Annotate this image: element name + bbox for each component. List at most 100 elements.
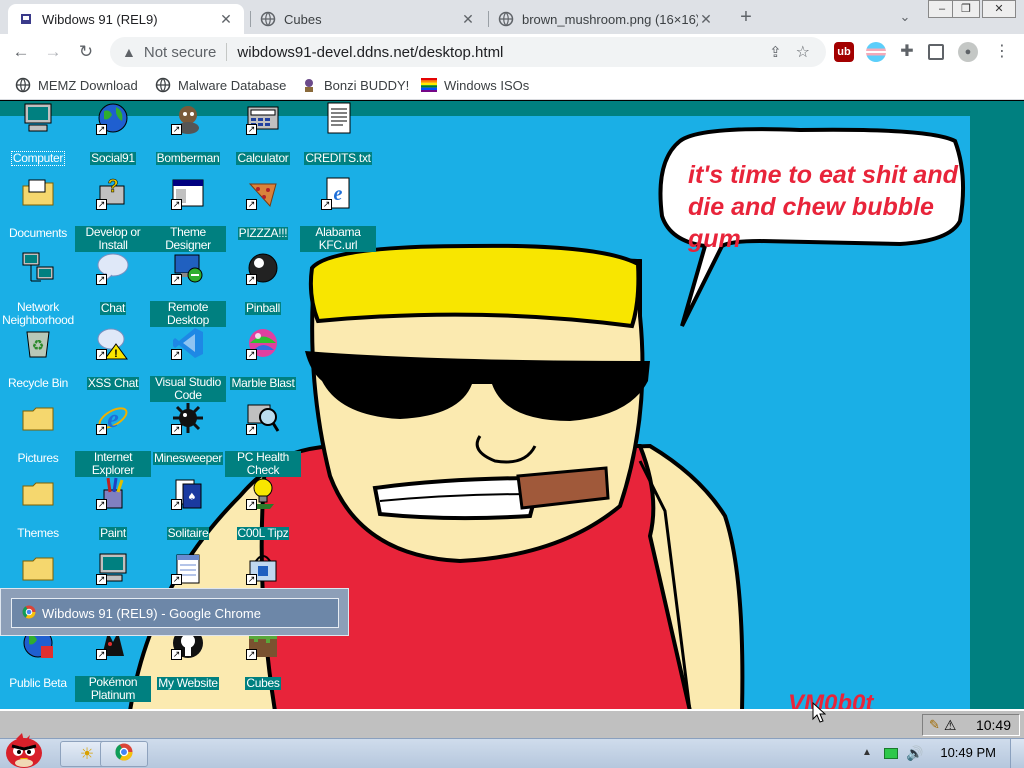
mouse-cursor-icon bbox=[812, 701, 827, 729]
reload-icon[interactable]: ↻ bbox=[74, 40, 98, 64]
desktop-icon-pizzza[interactable]: ↗ PIZZZA!!! bbox=[225, 176, 301, 240]
desktop-icon-label: Recycle Bin bbox=[7, 376, 69, 390]
warning-triangle-icon: ▲ bbox=[122, 44, 136, 60]
close-window-icon[interactable]: ✕ bbox=[982, 0, 1016, 18]
bookmark-malware-database[interactable]: Malware Database bbox=[155, 76, 286, 94]
host-clock[interactable]: 10:49 PM bbox=[940, 745, 996, 760]
desktop-icon-bomberman[interactable]: ↗ Bomberman bbox=[150, 101, 226, 165]
computer-icon: ↗ bbox=[96, 551, 130, 585]
desktop-icon-label: My Website bbox=[157, 676, 219, 690]
help-icon: ? ↗ bbox=[96, 176, 130, 210]
back-arrow-icon[interactable]: ← bbox=[9, 40, 33, 64]
kebab-menu-icon[interactable]: ⋮ bbox=[992, 42, 1012, 62]
svg-text:e: e bbox=[107, 404, 119, 433]
network-icon bbox=[21, 251, 55, 285]
desktop-icon-themes[interactable]: Themes bbox=[0, 476, 76, 540]
volume-icon[interactable]: 🔊 bbox=[906, 745, 923, 762]
taskbar-preview-item[interactable]: Wibdows 91 (REL9) - Google Chrome bbox=[11, 598, 339, 628]
folder-icon bbox=[21, 551, 55, 585]
desktop-icon-credits-txt[interactable]: CREDITS.txt bbox=[300, 101, 376, 165]
desktop-icon-computer[interactable]: Computer bbox=[0, 101, 76, 166]
bookmark-star-icon[interactable]: ☆ bbox=[796, 42, 810, 62]
taskbar-preview-popup[interactable]: Wibdows 91 (REL9) - Google Chrome bbox=[0, 588, 349, 636]
battery-icon[interactable] bbox=[884, 748, 898, 759]
puzzle-extensions-icon[interactable]: ✚ bbox=[897, 42, 917, 62]
desktop-icon-internet-explorer[interactable]: e ↗ Internet Explorer bbox=[75, 401, 151, 477]
desktop-icon-calculator[interactable]: ↗ Calculator bbox=[225, 101, 301, 165]
notepad-icon: ↗ bbox=[171, 551, 205, 585]
bookmark-windows-isos[interactable]: Windows ISOs bbox=[421, 76, 529, 94]
paint-icon: ↗ bbox=[96, 476, 130, 510]
desktop-icon-xss-chat[interactable]: ! ↗ XSS Chat bbox=[75, 326, 151, 390]
desktop-icon-remote-desktop[interactable]: ↗ Remote Desktop bbox=[150, 251, 226, 327]
desktop-icon-pc-health-check[interactable]: ↗ PC Health Check bbox=[225, 401, 301, 477]
tab-brown-mushroom[interactable]: brown_mushroom.png (16×16) ✕ bbox=[488, 4, 724, 34]
desktop-icon-label: Paint bbox=[99, 526, 127, 540]
desktop-icon-recycle-bin[interactable]: ♻ Recycle Bin bbox=[0, 326, 76, 390]
folder-documents-icon bbox=[21, 176, 55, 210]
bookmark-label: Windows ISOs bbox=[444, 77, 530, 93]
desktop-icon-minesweeper[interactable]: ↗ Minesweeper bbox=[150, 401, 226, 465]
speech-bubble-text: it's time to eat shit and die and chew b… bbox=[688, 161, 958, 253]
desktop-icon-social91[interactable]: ↗ Social91 bbox=[75, 101, 151, 165]
new-tab-icon[interactable]: + bbox=[734, 5, 758, 29]
desktop-icon-pinball[interactable]: ↗ Pinball bbox=[225, 251, 301, 315]
shortcut-arrow-icon: ↗ bbox=[171, 349, 182, 360]
profile-avatar-icon[interactable]: ● bbox=[958, 42, 978, 62]
tab-close-icon[interactable]: ✕ bbox=[460, 11, 476, 28]
app-market-icon: ↗ bbox=[246, 551, 280, 585]
shortcut-arrow-icon: ↗ bbox=[246, 649, 257, 660]
desktop-icon-label: CREDITS.txt bbox=[304, 151, 372, 165]
window-icon: ↗ bbox=[171, 176, 205, 210]
shortcut-arrow-icon: ↗ bbox=[96, 349, 107, 360]
tray-chevron-icon[interactable]: ▲ bbox=[862, 747, 872, 758]
desktop-icon-chat[interactable]: ↗ Chat bbox=[75, 251, 151, 315]
desktop-icon-label: Social91 bbox=[90, 151, 136, 165]
folder-icon bbox=[21, 401, 55, 435]
desktop-icon-develop-or-install[interactable]: ? ↗ Develop or Install bbox=[75, 176, 151, 252]
desktop-icon-pictures[interactable]: Pictures bbox=[0, 401, 76, 465]
desktop-icon-documents[interactable]: Documents bbox=[0, 176, 76, 240]
url-text[interactable]: wibdows91-devel.ddns.net/desktop.html bbox=[237, 44, 503, 61]
tab-wibdows91[interactable]: Wibdows 91 (REL9) ✕ bbox=[8, 4, 244, 34]
desktop-icon-theme-designer[interactable]: ↗ Theme Designer bbox=[150, 176, 226, 252]
desktop-icon-pok-mon-platinum[interactable]: ↗ Pokémon Platinum bbox=[75, 626, 151, 702]
desktop-icon-label: C00L Tipz bbox=[236, 526, 290, 540]
key-icon[interactable]: ✎ bbox=[929, 717, 940, 733]
ublock-icon[interactable]: ub bbox=[834, 42, 854, 62]
chrome-icon bbox=[115, 743, 133, 766]
desktop-icon-solitaire[interactable]: ♠ ↗ Solitaire bbox=[150, 476, 226, 540]
security-label[interactable]: Not secure bbox=[144, 44, 217, 61]
recycle-bin-icon: ♻ bbox=[21, 326, 55, 360]
desktop-icon-alabama-kfc-url[interactable]: e ↗ Alabama KFC.url bbox=[300, 176, 376, 252]
bookmark-bonzi-buddy[interactable]: Bonzi BUDDY! bbox=[301, 76, 409, 94]
show-desktop-button[interactable] bbox=[1010, 739, 1024, 768]
desktop-icon-c00l-tipz[interactable]: ↗ C00L Tipz bbox=[225, 476, 301, 540]
angry-bird-start-icon[interactable] bbox=[2, 733, 48, 768]
svg-text:e: e bbox=[334, 183, 343, 205]
tab-close-icon[interactable]: ✕ bbox=[218, 11, 234, 28]
globe-icon bbox=[15, 77, 31, 93]
tab-close-icon[interactable]: ✕ bbox=[698, 11, 714, 28]
tab-title: Cubes bbox=[284, 11, 322, 27]
desktop-icon-visual-studio-code[interactable]: ↗ Visual Studio Code bbox=[150, 326, 226, 402]
restore-icon[interactable]: ❐ bbox=[952, 0, 980, 18]
tab-cubes[interactable]: Cubes ✕ bbox=[250, 4, 486, 34]
bookmark-memz[interactable]: MEMZ Download bbox=[15, 76, 138, 94]
tab-search-chevron-icon[interactable]: ⌄ bbox=[893, 5, 917, 29]
desktop-icon-network-neighborhood[interactable]: Network Neighborhood bbox=[0, 251, 76, 327]
marble-icon: ↗ bbox=[246, 326, 280, 360]
forward-arrow-icon[interactable]: → bbox=[41, 40, 65, 64]
side-panel-icon[interactable] bbox=[928, 44, 944, 60]
shortcut-arrow-icon: ↗ bbox=[246, 574, 257, 585]
share-icon[interactable]: ⇪ bbox=[769, 43, 782, 61]
desktop-icon-paint[interactable]: ↗ Paint bbox=[75, 476, 151, 540]
address-bar[interactable]: ▲ Not secure wibdows91-devel.ddns.net/de… bbox=[110, 37, 826, 67]
warning-icon[interactable]: ⚠ bbox=[944, 717, 957, 734]
shortcut-arrow-icon: ↗ bbox=[96, 649, 107, 660]
shortcut-arrow-icon: ↗ bbox=[246, 349, 257, 360]
desktop-icon-marble-blast[interactable]: ↗ Marble Blast bbox=[225, 326, 301, 390]
extension-flag-icon[interactable] bbox=[866, 42, 886, 62]
desktop-icon-label: Chat bbox=[99, 301, 127, 315]
taskbar-chrome-button[interactable] bbox=[100, 741, 148, 767]
